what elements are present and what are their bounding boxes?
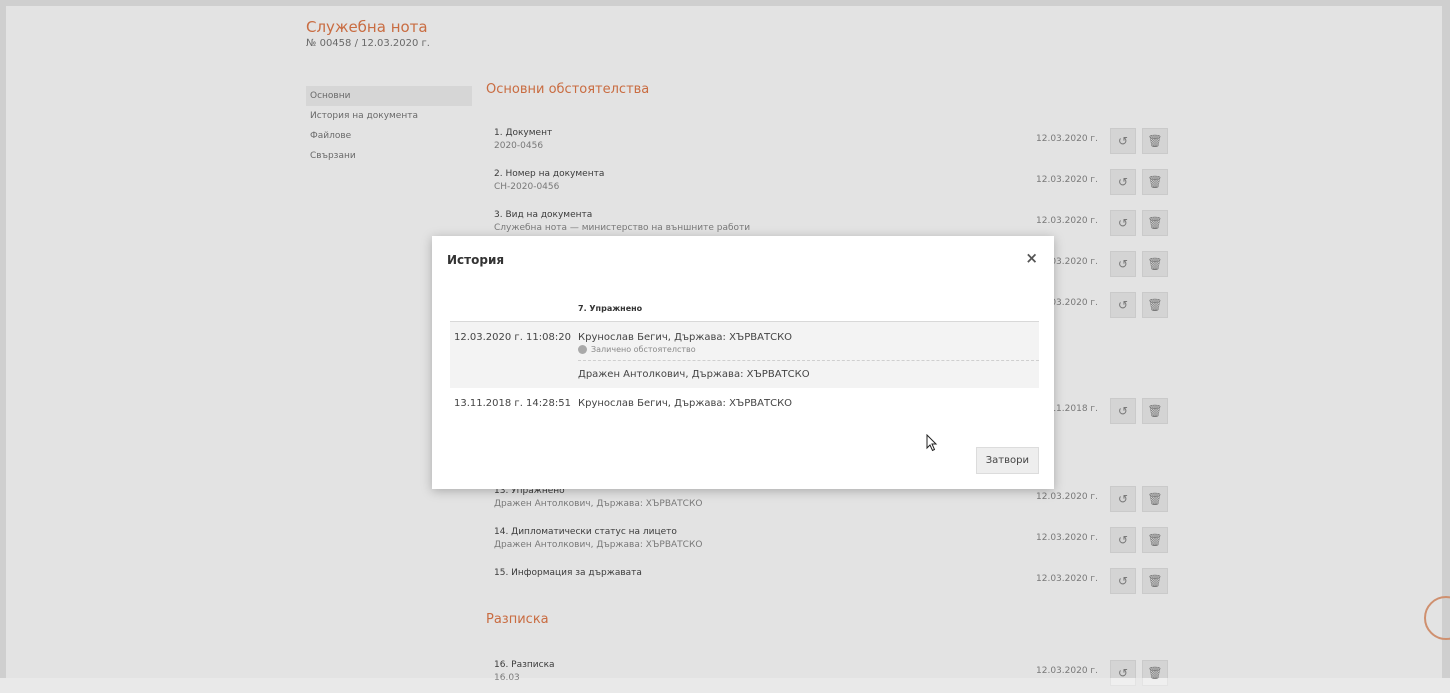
info-dot-icon [578,345,587,354]
table-row: 13.11.2018 г. 14:28:51 Крунослав Бегич, … [450,388,1039,422]
column-header: 7. Упражнено [578,304,643,313]
timestamp: 12.03.2020 г. 11:08:20 [454,332,571,343]
entry-name: Крунослав Бегич, Държава: ХЪРВАТСКО [578,332,793,343]
table-row: 12.03.2020 г. 11:08:20 Крунослав Бегич, … [450,322,1039,388]
timestamp: 13.11.2018 г. 14:28:51 [454,398,571,409]
entry-note-text: Заличено обстоятелство [591,345,696,354]
entry-note: Заличено обстоятелство [578,345,1039,354]
mouse-cursor-icon [926,434,938,452]
entry-name: Дражен Антолкович, Държава: ХЪРВАТСКО [578,369,810,380]
close-button[interactable]: Затвори [975,447,1039,474]
history-modal: История × 7. Упражнено 12.03.2020 г. 11:… [432,236,1054,489]
close-icon[interactable]: × [1025,249,1038,267]
modal-title: История [447,253,505,267]
history-table: 7. Упражнено 12.03.2020 г. 11:08:20 Крун… [450,296,1039,422]
table-header: 7. Упражнено [450,296,1039,322]
history-entry: Дражен Антолкович, Държава: ХЪРВАТСКО [578,360,1039,388]
history-entry: Крунослав Бегич, Държава: ХЪРВАТСКО Зали… [578,322,1039,354]
entry-name: Крунослав Бегич, Държава: ХЪРВАТСКО [578,398,793,409]
history-entry: Крунослав Бегич, Държава: ХЪРВАТСКО [578,388,1039,409]
